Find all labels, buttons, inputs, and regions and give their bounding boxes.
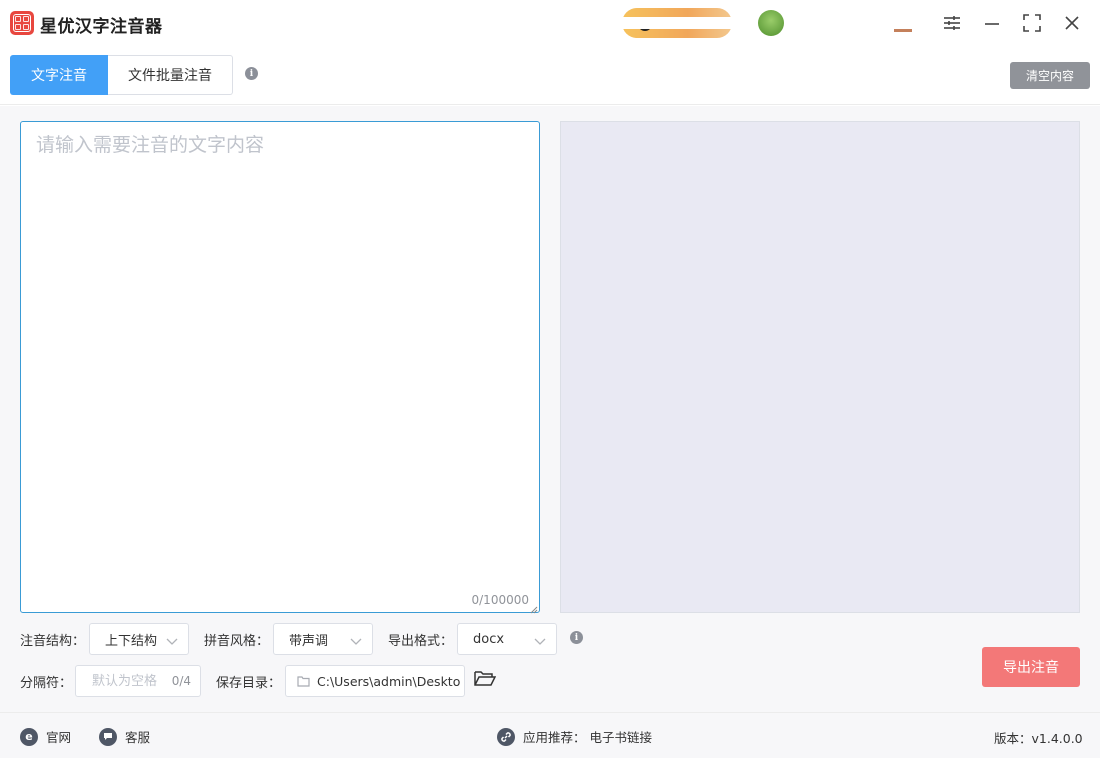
export-format-value: docx — [473, 631, 505, 647]
recommend-area: 应用推荐： 电子书链接 — [497, 727, 652, 746]
chat-icon — [99, 727, 117, 746]
save-dir-label: 保存目录： — [216, 676, 282, 691]
app-logo-icon — [10, 11, 34, 35]
link-icon — [497, 727, 515, 746]
pinyin-style-label: 拼音风格： — [204, 634, 270, 649]
structure-select[interactable]: 上下结构 — [89, 623, 189, 655]
fullscreen-icon[interactable] — [1021, 12, 1043, 34]
title-bar: 星优汉字注音器 — [0, 0, 1100, 48]
ie-icon: e — [20, 727, 38, 746]
version-text: 版本：v1.4.0.0 — [994, 731, 1083, 746]
save-dir-field[interactable]: C:\Users\admin\Deskto — [285, 665, 465, 697]
char-count: 0/100000 — [471, 593, 530, 607]
website-label: 官网 — [46, 730, 72, 745]
export-format-label: 导出格式： — [388, 634, 454, 649]
close-icon[interactable] — [1061, 12, 1083, 34]
tab-file-batch-annotation[interactable]: 文件批量注音 — [108, 55, 233, 95]
website-link[interactable]: e 官网 — [20, 727, 71, 746]
pinyin-style-value: 带声调 — [289, 633, 329, 649]
separator-input[interactable] — [76, 666, 168, 696]
ebook-link[interactable]: 电子书链接 — [590, 727, 653, 746]
format-info-icon[interactable]: i — [570, 631, 583, 644]
main-area: 0/100000 注音结构： 上下结构 拼音风格： 带声调 导出格式： docx… — [0, 106, 1100, 712]
text-editor: 0/100000 — [20, 121, 540, 614]
folder-icon — [297, 675, 310, 690]
tab-text-annotation[interactable]: 文字注音 — [10, 55, 108, 95]
customer-service-link[interactable]: 客服 — [99, 727, 150, 746]
separator-field: 0/4 — [75, 665, 201, 697]
service-label: 客服 — [125, 730, 151, 745]
avatar[interactable] — [758, 10, 784, 36]
separator-count: 0/4 — [171, 674, 191, 688]
info-icon[interactable]: i — [245, 67, 258, 80]
minimize-icon[interactable] — [981, 12, 1003, 34]
user-mark — [894, 29, 912, 32]
open-folder-icon[interactable] — [474, 669, 497, 691]
save-dir-value: C:\Users\admin\Deskto — [317, 674, 461, 689]
footer: e 官网 客服 应用推荐： 电子书链接 版本：v1.4.0.0 — [0, 712, 1100, 758]
output-preview-panel — [560, 121, 1080, 613]
export-format-select[interactable]: docx — [457, 623, 557, 655]
structure-value: 上下结构 — [105, 633, 158, 649]
app-title: 星优汉字注音器 — [40, 17, 163, 37]
text-input[interactable] — [21, 122, 539, 612]
recommend-label: 应用推荐： — [523, 730, 586, 745]
separator-label: 分隔符： — [20, 676, 73, 691]
clear-content-button[interactable]: 清空内容 — [1010, 62, 1090, 89]
structure-label: 注音结构： — [20, 634, 86, 649]
export-annotation-button[interactable]: 导出注音 — [982, 647, 1080, 687]
chevron-down-icon — [166, 635, 178, 650]
chevron-down-icon — [534, 635, 546, 650]
tab-bar: 文字注音 文件批量注音 i 清空内容 — [0, 48, 1100, 105]
settings-sliders-icon[interactable] — [941, 12, 963, 34]
chevron-down-icon — [350, 635, 362, 650]
pinyin-style-select[interactable]: 带声调 — [273, 623, 373, 655]
resize-grip-icon[interactable] — [530, 603, 538, 614]
